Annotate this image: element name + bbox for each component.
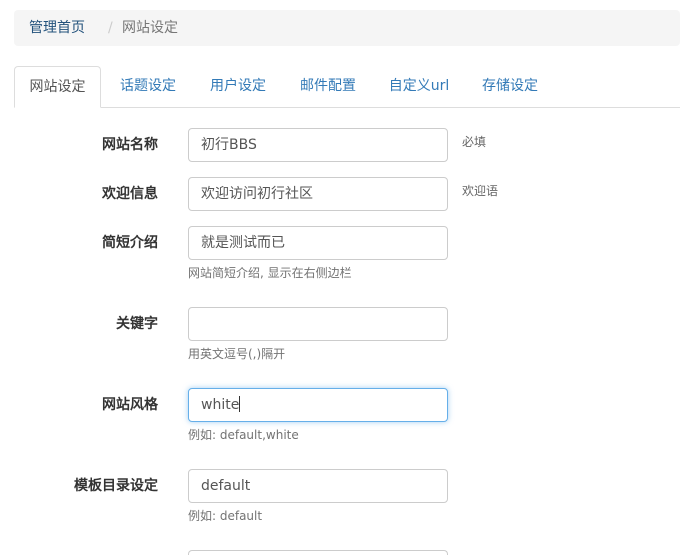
intro-help-text: 网站简短介绍, 显示在右侧边栏 [188,266,352,280]
next-field-input[interactable] [188,550,448,555]
template-dir-help-text: 例如: default [188,509,263,523]
site-name-label: 网站名称 [102,137,158,153]
text-cursor [239,396,241,412]
breadcrumb-home-link[interactable]: 管理首页 [29,10,85,46]
style-input[interactable]: white [188,388,448,422]
style-label: 网站风格 [102,397,158,413]
template-dir-input[interactable]: default [188,469,448,503]
site-name-required-note: 必填 [462,135,487,149]
keywords-input[interactable] [188,307,448,341]
tab-site-settings[interactable]: 网站设定 [14,66,101,108]
keywords-label: 关键字 [116,316,158,332]
style-help-text: 例如: default,white [188,428,299,442]
style-input-value: white [201,397,240,413]
tab-topic-settings[interactable]: 话题设定 [104,66,192,107]
settings-tabs: 网站设定 话题设定 用户设定 邮件配置 自定义url 存储设定 [14,66,680,108]
tab-mail-config[interactable]: 邮件配置 [284,66,372,107]
welcome-label: 欢迎信息 [102,186,158,202]
intro-input[interactable]: 就是测试而已 [188,226,448,260]
tab-custom-url[interactable]: 自定义url [374,66,464,107]
tab-storage-settings[interactable]: 存储设定 [466,66,554,107]
tab-user-settings[interactable]: 用户设定 [194,66,282,107]
breadcrumb-separator: / [108,20,113,36]
intro-label: 简短介绍 [102,235,158,251]
site-name-input[interactable]: 初行BBS [188,128,448,162]
keywords-help-text: 用英文逗号(,)隔开 [188,347,286,361]
welcome-note: 欢迎语 [462,184,499,198]
welcome-input[interactable]: 欢迎访问初行社区 [188,177,448,211]
breadcrumb: 管理首页 / 网站设定 [14,10,680,46]
template-dir-label: 模板目录设定 [74,478,158,494]
breadcrumb-current: 网站设定 [122,20,178,36]
tabs-divider [14,107,680,108]
